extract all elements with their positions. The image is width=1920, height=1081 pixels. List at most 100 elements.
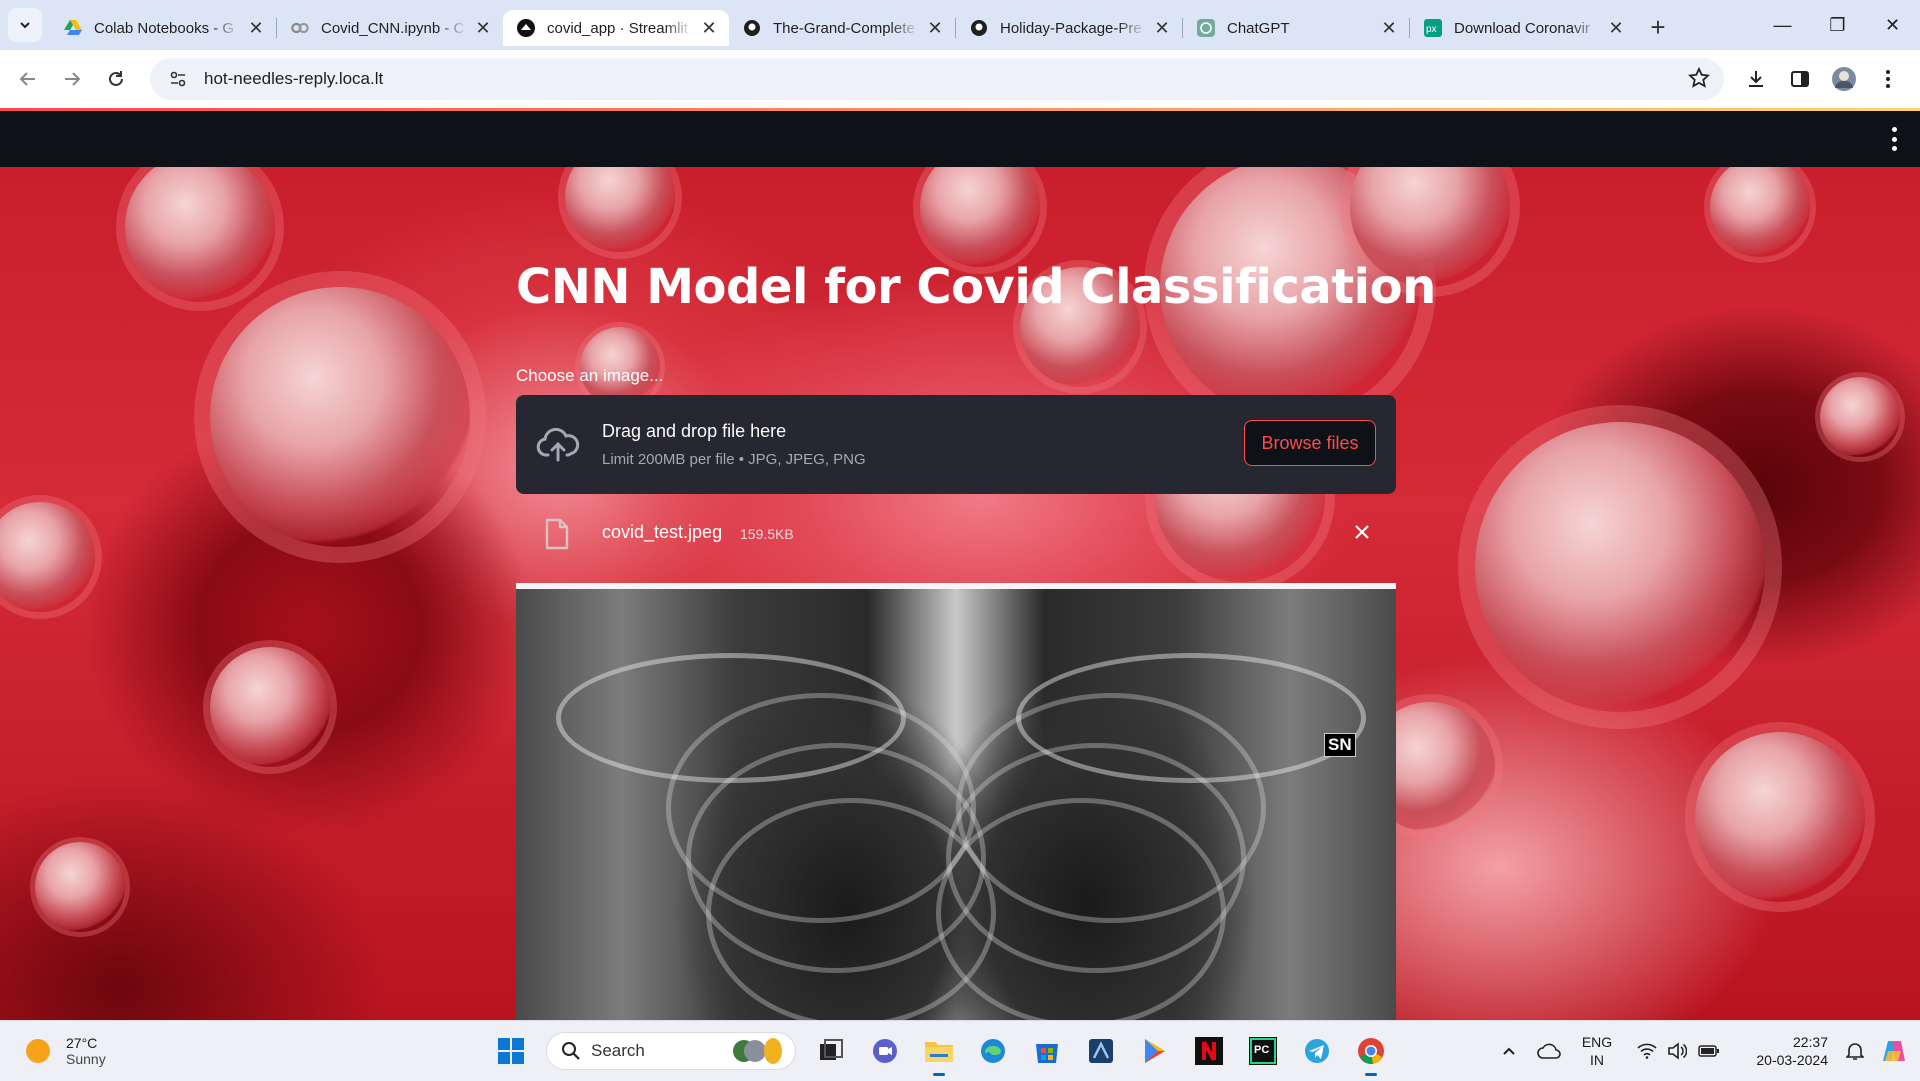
uploader-label: Choose an image... (516, 366, 664, 385)
address-bar[interactable]: hot-needles-reply.loca.lt (150, 58, 1724, 100)
side-panel-button[interactable] (1778, 58, 1822, 100)
back-button[interactable] (6, 57, 50, 101)
microsoft-store-app[interactable] (1025, 1029, 1069, 1073)
telegram-icon (1305, 1039, 1329, 1063)
file-dropzone[interactable]: Drag and drop file here Limit 200MB per … (516, 395, 1396, 494)
wifi-status[interactable] (1632, 1029, 1662, 1073)
bookmark-star-icon[interactable] (1687, 66, 1711, 94)
pycharm-app[interactable]: PC (1241, 1029, 1285, 1073)
edge-browser-app[interactable] (971, 1029, 1015, 1073)
taskbar-search[interactable]: Search (546, 1032, 796, 1070)
tab-close-icon[interactable]: ✕ (925, 18, 945, 38)
tab-title: Holiday-Package-Pre (1000, 19, 1142, 37)
play-store-app[interactable] (1133, 1029, 1177, 1073)
browser-extensions (1734, 58, 1910, 100)
clock-time: 22:37 (1792, 1034, 1828, 1050)
tab-close-icon[interactable]: ✕ (246, 18, 266, 38)
tab-search-button[interactable] (8, 8, 42, 42)
rib-shape (936, 798, 1226, 1020)
notifications-button[interactable] (1838, 1029, 1872, 1073)
task-view-icon (820, 1039, 843, 1060)
tab-title: Colab Notebooks - G (94, 19, 235, 37)
search-highlight-icon (733, 1038, 782, 1064)
cloud-icon (1537, 1043, 1561, 1059)
tab-colab-notebooks[interactable]: Colab Notebooks - G ✕ (50, 10, 276, 46)
avatar-icon (1832, 67, 1856, 91)
pycharm-icon: PC (1249, 1037, 1277, 1065)
windows-logo-icon (498, 1038, 524, 1064)
netflix-app[interactable] (1187, 1029, 1231, 1073)
tab-title: The-Grand-Complete (773, 19, 915, 37)
file-explorer-app[interactable] (917, 1029, 961, 1076)
chrome-icon (1358, 1038, 1384, 1065)
edge-icon (981, 1039, 1005, 1063)
tab-grand-complete-github[interactable]: The-Grand-Complete ✕ (729, 10, 955, 46)
chrome-app[interactable] (1349, 1029, 1393, 1076)
weather-description: Sunny (66, 1051, 106, 1067)
volume-control[interactable] (1662, 1029, 1692, 1073)
new-tab-button[interactable]: + (1642, 11, 1674, 43)
tab-download-coronavirus[interactable]: px Download Coronavir ✕ (1410, 10, 1636, 46)
teams-chat-app[interactable] (863, 1029, 907, 1073)
github-icon (743, 19, 761, 37)
remove-file-button[interactable] (1350, 520, 1374, 544)
tool-app-icon (1089, 1039, 1113, 1063)
start-button[interactable] (489, 1029, 533, 1073)
tab-title: Covid_CNN.ipynb - C (321, 19, 465, 37)
tab-close-icon[interactable]: ✕ (1606, 18, 1626, 38)
task-view-button[interactable] (809, 1029, 853, 1073)
close-window-button[interactable]: ✕ (1865, 0, 1920, 50)
restore-button[interactable]: ❐ (1810, 0, 1865, 50)
telegram-app[interactable] (1295, 1029, 1339, 1073)
weather-widget[interactable]: 27°C Sunny (26, 1035, 106, 1067)
battery-status[interactable] (1692, 1029, 1726, 1073)
virus-particle (210, 647, 330, 767)
speaker-icon (1668, 1042, 1687, 1060)
weather-temperature: 27°C (66, 1035, 98, 1051)
browser-menu-button[interactable] (1866, 58, 1910, 100)
chevron-up-icon (1503, 1047, 1515, 1055)
wifi-icon (1637, 1043, 1657, 1059)
github-icon (970, 19, 988, 37)
virus-particle (1710, 167, 1810, 257)
tab-holiday-package-github[interactable]: Holiday-Package-Pre ✕ (956, 10, 1182, 46)
tab-covid-app-streamlit[interactable]: covid_app · Streamlit ✕ (503, 10, 729, 46)
clock-date: 20-03-2024 (1756, 1052, 1828, 1068)
netflix-icon (1195, 1037, 1223, 1065)
download-button[interactable] (1734, 58, 1778, 100)
onedrive-tray-icon[interactable] (1532, 1029, 1566, 1073)
forward-button[interactable] (50, 57, 94, 101)
page-title: CNN Model for Covid Classification (516, 259, 1436, 315)
clock[interactable]: 22:37 20-03-2024 (1732, 1033, 1828, 1069)
virus-particle (0, 502, 95, 612)
system-tray: ENG IN 22:37 20-03-2024 (1492, 1021, 1920, 1081)
browse-files-button[interactable]: Browse files (1244, 420, 1376, 466)
reload-button[interactable] (94, 57, 138, 101)
tab-close-icon[interactable]: ✕ (1379, 18, 1399, 38)
copilot-button[interactable] (1874, 1029, 1914, 1073)
profile-avatar[interactable] (1822, 58, 1866, 100)
svg-text:px: px (1426, 24, 1437, 35)
dot (1891, 136, 1897, 142)
battery-icon (1698, 1045, 1719, 1057)
show-hidden-icons-button[interactable] (1492, 1029, 1526, 1073)
side-panel-icon (1791, 71, 1809, 87)
tab-chatgpt[interactable]: ChatGPT ✕ (1183, 10, 1409, 46)
site-settings-icon[interactable] (158, 70, 198, 88)
tab-close-icon[interactable]: ✕ (1152, 18, 1172, 38)
window-controls: — ❐ ✕ (1755, 0, 1920, 50)
more-vertical-icon (1886, 70, 1890, 88)
dev-tool-app[interactable] (1079, 1029, 1123, 1073)
arrow-right-icon (65, 72, 81, 86)
google-drive-icon (64, 19, 82, 37)
tab-covid-cnn-notebook[interactable]: Covid_CNN.ipynb - C ✕ (277, 10, 503, 46)
clavicle-shape (556, 653, 906, 783)
minimize-button[interactable]: — (1755, 0, 1810, 50)
tab-close-icon[interactable]: ✕ (473, 18, 493, 38)
colab-icon (291, 19, 309, 37)
streamlit-main-menu[interactable] (1884, 127, 1904, 151)
dropzone-limit: Limit 200MB per file • JPG, JPEG, PNG (602, 451, 866, 468)
search-label: Search (591, 1041, 645, 1060)
tab-close-icon[interactable]: ✕ (699, 18, 719, 38)
language-indicator[interactable]: ENG IN (1572, 1033, 1622, 1069)
